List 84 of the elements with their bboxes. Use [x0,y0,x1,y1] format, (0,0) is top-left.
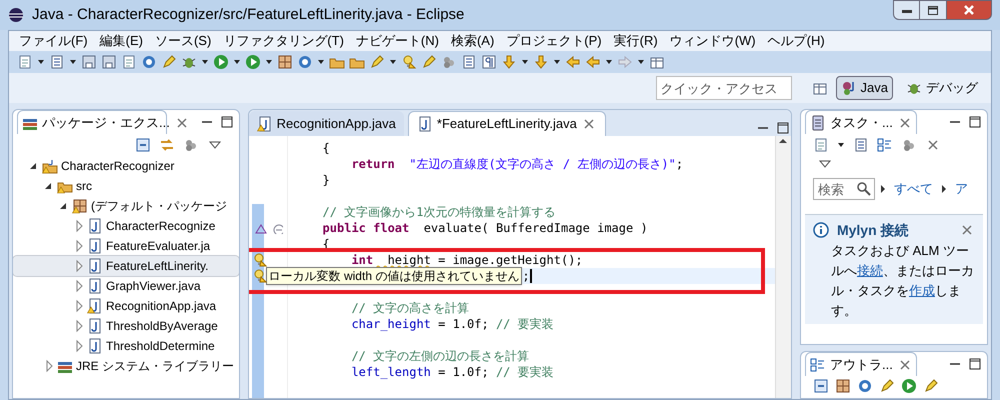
paragraph-icon[interactable] [481,54,497,70]
close-icon [964,5,974,15]
maximize-icon[interactable] [774,120,791,136]
tree-item[interactable]: CharacterRecognize [13,216,239,236]
menu-item[interactable]: 検索(A) [444,31,500,50]
mylyn-link[interactable]: 接続 [856,263,883,278]
perspective-button[interactable]: デバッグ [901,76,983,100]
tree-item[interactable]: GraphViewer.java [13,276,239,296]
filter-link[interactable]: すべて [894,179,933,199]
scrollbar[interactable] [774,136,791,398]
menu-item[interactable]: 編集(E) [94,31,149,50]
new-item-icon[interactable] [49,54,65,70]
new-package-icon[interactable] [277,54,293,70]
maximize-icon[interactable] [218,114,235,130]
tree-item[interactable]: JRE システム・ライブラリー [13,356,239,376]
task-list-icon [810,114,826,130]
maximize-icon[interactable] [967,114,983,130]
view-tab[interactable]: アウトラ... [804,352,917,376]
tree-item[interactable]: FeatureEvaluater.ja [13,236,239,256]
code-line: char_height = 1.0f; // 要実装 [350,316,555,332]
menu-item[interactable]: ヘルプ(H) [762,31,831,50]
maximize-icon [928,6,938,14]
run-external-icon[interactable] [245,54,261,70]
expand-arrow-icon [880,183,886,195]
menu-item[interactable]: プロジェクト(P) [500,31,608,50]
quick-fix-warning-icon[interactable] [252,268,268,284]
code-line: // 文字の左側の辺の長さを計算 [350,348,530,364]
menu-item[interactable]: ファイル(F) [13,31,94,50]
tree-item[interactable]: ThresholdDetermine [13,336,239,356]
code-line: int height = image.getHeight(); [350,252,584,268]
quick-fix-warning-icon[interactable] [252,252,268,268]
filter-link[interactable]: ア [954,179,968,199]
tree-item[interactable]: CharacterRecognizer [13,156,239,176]
tree-item[interactable]: RecognitionApp.java [13,296,239,316]
mylyn-message: タスクおよび ALM ツールへ接続、またはローカル・タスクを作成 します。 [830,242,975,320]
tree-item[interactable]: FeatureLeftLinerity. [13,256,239,276]
mylyn-link[interactable]: 作成 [908,283,935,298]
block-icon[interactable] [461,54,477,70]
minimize-button[interactable] [893,0,920,20]
code-line: // 文字の高さを計算 [350,300,470,316]
menu-item[interactable]: ソース(S) [148,31,218,50]
maximize-button[interactable] [920,0,946,20]
menu-item[interactable]: 実行(R) [608,31,664,50]
text-cursor [530,269,532,283]
code-line: // 文字画像から1次元の特徴量を計算する [322,204,556,220]
menu-item[interactable]: ウィンドウ(W) [664,31,762,50]
save-all-icon[interactable] [101,54,117,70]
info-icon [812,222,829,238]
code-line: return "左辺の直線度(文字の高さ / 左側の辺の長さ)"; [350,156,684,172]
maximize-icon[interactable] [967,356,983,372]
code-line: public float evaluate( BufferedImage image ) [322,220,649,236]
tree-item[interactable]: (デフォルト・パッケージ [13,196,239,216]
quick-access-field[interactable]: クイック・アクセス [656,76,792,100]
view-tab[interactable]: タスク・... [804,110,917,134]
code-line: } [322,172,331,188]
fold-icon[interactable] [270,222,283,234]
perspective-icon [840,80,857,96]
tree-item[interactable]: src [13,176,239,196]
collapse-all-icon[interactable] [134,137,151,153]
menu-item[interactable]: ナビゲート(N) [350,31,445,50]
tooltip: ローカル変数 width の値は使用されていません [266,267,522,285]
settings-icon[interactable] [141,54,157,70]
search-field[interactable]: 検索 [812,178,875,200]
code-line: left_length = 1.0f; // 要実装 [350,364,555,380]
save-icon[interactable] [81,54,97,70]
menu-item[interactable]: リファクタリング(T) [217,31,350,50]
mylyn-title: Mylyn 接続 [836,220,910,240]
perspective-button[interactable]: Java [836,76,893,100]
run-icon[interactable] [213,54,229,70]
close-button[interactable] [946,0,992,20]
search-icon [856,181,872,197]
tree-item[interactable]: ThresholdByAverage [13,316,239,336]
code-line: { [322,140,331,156]
window-title: Java - CharacterRecognizer/src/FeatureLeftLinerity.java - Eclipse [32,4,466,25]
link-editor-icon[interactable] [158,137,175,153]
collapse-all-icon[interactable] [812,378,829,394]
app-logo-icon [8,7,24,23]
editor-tab[interactable]: *FeatureLeftLinerity.java [408,111,606,136]
new-task-icon[interactable] [812,137,829,153]
new-file-icon[interactable] [17,54,33,70]
minimize-icon [902,7,912,13]
expand-arrow-icon [940,183,947,195]
editor-tab[interactable]: RecognitionApp.java [248,111,404,136]
outline-icon [810,356,826,372]
